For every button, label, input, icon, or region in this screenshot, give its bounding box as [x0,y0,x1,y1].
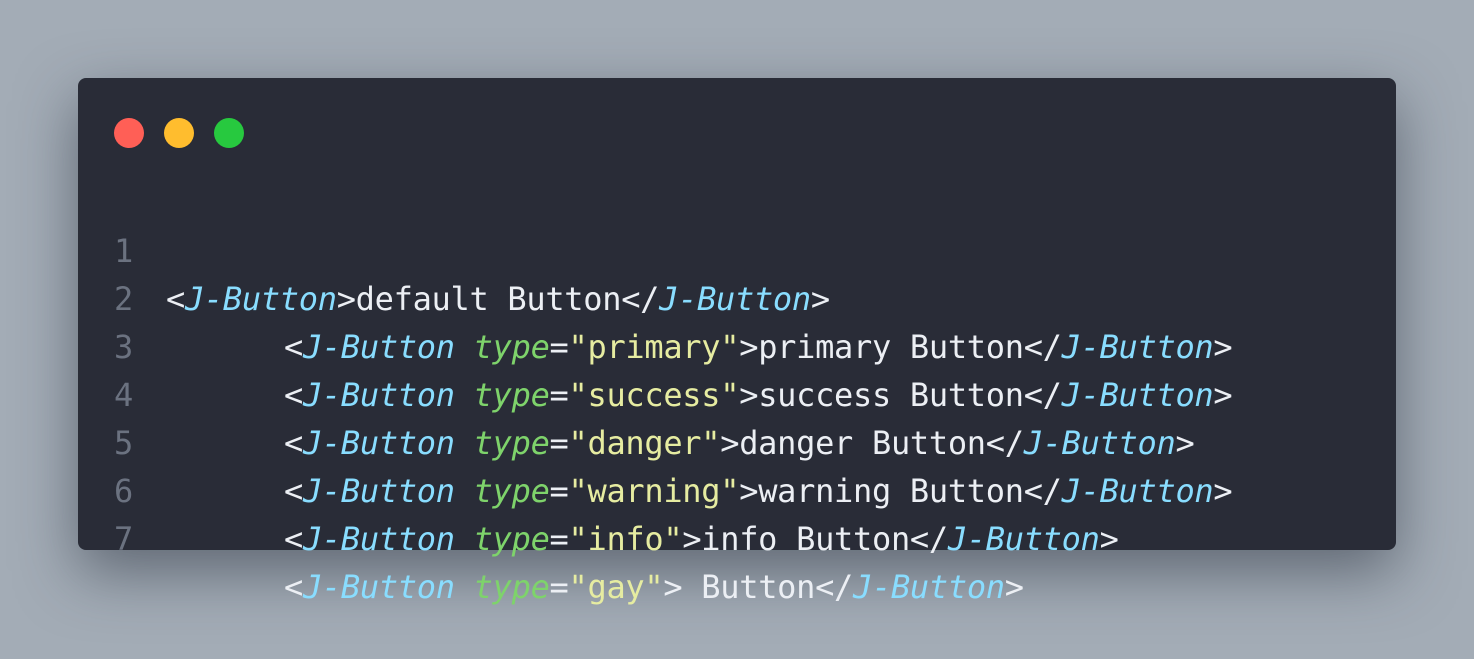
end-tag-name: J-Button [853,568,1005,606]
code-line: 7 <J-Button type="gay"> Button</J-Button… [78,467,1396,606]
tag-open-bracket: < [284,520,303,558]
attribute-name: type [473,520,550,558]
code-line: 5 <J-Button type="warning">warning Butto… [78,371,1396,510]
element-text: info Button [701,520,910,558]
line-content: <J-Button type="info">info Button</J-But… [166,515,1119,563]
end-tag-close-bracket: > [1099,520,1119,558]
code-line: 1 <J-Button>default Button</J-Button> [78,179,1396,318]
code-window: 1 <J-Button>default Button</J-Button> 2 … [78,78,1396,606]
code-line: 3 <J-Button type="success">success Butto… [78,275,1396,414]
code-block: 1 <J-Button>default Button</J-Button> 2 … [78,179,1396,606]
tag-close-bracket: > [663,568,683,606]
end-tag-open-bracket: </ [909,520,948,558]
close-dot-icon[interactable] [114,118,144,148]
code-line: 6 <J-Button type="info">info Button</J-B… [78,419,1396,558]
minimize-dot-icon[interactable] [164,118,194,148]
attribute-name: type [473,568,550,606]
attribute-value: "info" [568,520,683,558]
tag-close-bracket: > [682,520,702,558]
end-tag-name: J-Button [947,520,1100,558]
attribute-equals: = [549,568,569,606]
code-line: 4 <J-Button type="danger">danger Button<… [78,323,1396,462]
code-line: 2 <J-Button type="primary">primary Butto… [78,227,1396,366]
tag-name: J-Button [302,568,455,606]
end-tag-close-bracket: > [1004,568,1024,606]
tag-name: J-Button [302,520,455,558]
attribute-value: "gay" [568,568,664,606]
window-controls [114,118,244,148]
end-tag-open-bracket: </ [815,568,854,606]
element-text: Button [682,568,816,606]
line-content: <J-Button type="gay"> Button</J-Button> [166,563,1024,611]
attribute-equals: = [549,520,569,558]
maximize-dot-icon[interactable] [214,118,244,148]
line-number: 7 [114,520,133,558]
tag-open-bracket: < [284,568,303,606]
